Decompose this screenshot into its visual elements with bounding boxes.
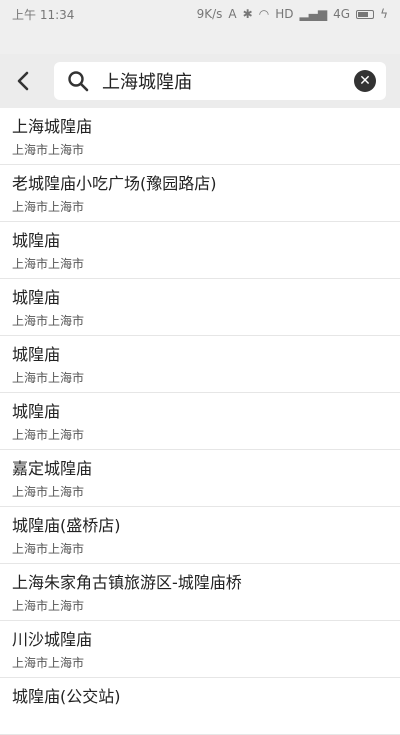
status-time: 上午 11:34 <box>12 7 75 22</box>
result-item[interactable]: 城隍庙(公交站) <box>0 678 400 735</box>
top-spacer <box>0 28 400 54</box>
battery-icon <box>356 9 375 19</box>
result-subtitle: 上海市上海市 <box>12 542 85 556</box>
result-title: 上海城隍庙 <box>12 117 93 136</box>
network-type: 4G <box>333 7 351 21</box>
result-subtitle: 上海市上海市 <box>12 200 85 214</box>
result-subtitle: 上海市上海市 <box>12 257 85 271</box>
result-item[interactable]: 城隍庙(盛桥店) 上海市上海市 <box>0 507 400 564</box>
result-title: 城隍庙 <box>12 231 61 250</box>
result-title: 嘉定城隍庙 <box>12 459 93 478</box>
charging-icon: ϟ <box>380 7 388 21</box>
bluetooth-icon: ✱ <box>242 7 253 21</box>
status-indicators: 9K/s A ✱ ◠ HD ▂▄▆ 4G ϟ <box>197 7 388 21</box>
result-title: 城隍庙(盛桥店) <box>12 516 121 535</box>
result-item[interactable]: 嘉定城隍庙上海市上海市 <box>0 450 400 507</box>
result-title: 川沙城隍庙 <box>12 630 93 649</box>
result-item[interactable]: 城隍庙 上海市上海市 <box>0 222 400 279</box>
hd-label: HD <box>275 7 294 21</box>
clear-icon[interactable]: ✕ <box>354 70 376 92</box>
signal-icon: ▂▄▆ <box>299 7 328 21</box>
result-item[interactable]: 城隍庙 上海市上海市 <box>0 336 400 393</box>
result-subtitle: 上海市上海市 <box>12 599 85 613</box>
search-input[interactable] <box>102 70 354 92</box>
result-item[interactable]: 城隍庙 上海市上海市 <box>0 393 400 450</box>
search-icon <box>68 71 89 92</box>
result-item[interactable]: 川沙城隍庙上海市上海市 <box>0 621 400 678</box>
result-subtitle: 上海市上海市 <box>12 314 85 328</box>
result-title: 老城隍庙小吃广场(豫园路店) <box>12 174 217 193</box>
result-subtitle: 上海市上海市 <box>12 428 85 442</box>
network-speed: 9K/s <box>196 7 223 21</box>
wifi-icon: ◠ <box>258 7 270 21</box>
result-item[interactable]: 老城隍庙小吃广场(豫园路店) 上海市上海市 <box>0 165 400 222</box>
result-subtitle: 上海市上海市 <box>12 485 85 499</box>
result-title: 城隍庙 <box>12 402 61 421</box>
result-subtitle: 上海市上海市 <box>12 143 85 157</box>
result-item[interactable]: 城隍庙 上海市上海市 <box>0 279 400 336</box>
status-bar: 上午 11:34 9K/s A ✱ ◠ HD ▂▄▆ 4G ϟ <box>0 0 400 28</box>
result-title: 城隍庙 <box>12 288 61 307</box>
result-subtitle: 上海市上海市 <box>12 371 85 385</box>
auto-brightness-icon: A <box>228 7 237 21</box>
result-subtitle: 上海市上海市 <box>12 656 85 670</box>
back-arrow-icon[interactable] <box>10 64 36 98</box>
results-list: 上海城隍庙 上海市上海市 老城隍庙小吃广场(豫园路店) 上海市上海市 城隍庙 上海市上海市… <box>0 108 400 735</box>
search-bar: ✕ <box>0 54 400 108</box>
result-item[interactable]: 上海朱家角古镇旅游区-城隍庙桥上海市上海市 <box>0 564 400 621</box>
result-item[interactable]: 上海城隍庙上海市上海市 <box>0 108 400 165</box>
result-title: 上海朱家角古镇旅游区-城隍庙桥 <box>12 573 242 592</box>
result-title: 城隍庙 <box>12 345 61 364</box>
search-box[interactable]: ✕ <box>54 62 386 100</box>
result-title: 城隍庙(公交站) <box>12 687 121 706</box>
